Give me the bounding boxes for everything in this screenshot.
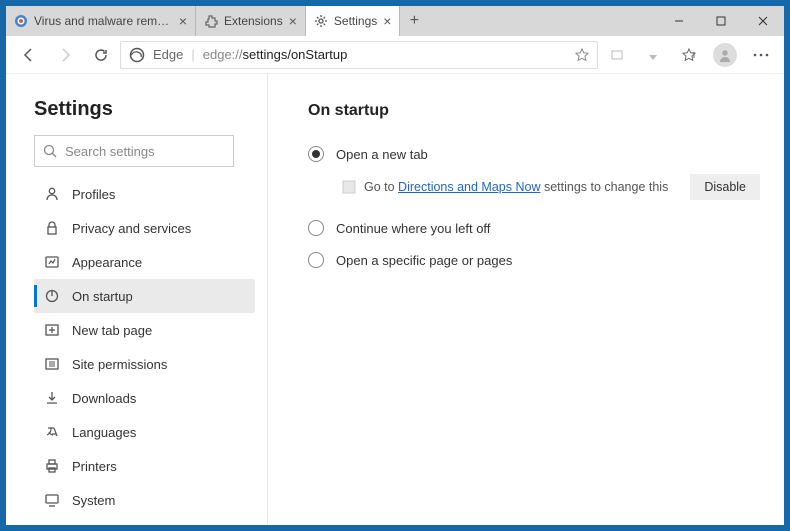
language-icon xyxy=(44,424,60,440)
option-label: Open a specific page or pages xyxy=(336,253,512,268)
readaloud-icon[interactable] xyxy=(600,40,634,70)
back-button[interactable] xyxy=(12,40,46,70)
sidebar-item-languages[interactable]: Languages xyxy=(34,415,255,449)
page-heading: On startup xyxy=(308,102,760,120)
sidebar-item-printers[interactable]: Printers xyxy=(34,449,255,483)
profile-button[interactable] xyxy=(708,40,742,70)
radio-icon xyxy=(308,146,324,162)
option-label: Open a new tab xyxy=(336,147,428,162)
option-label: Continue where you left off xyxy=(336,221,490,236)
extension-link[interactable]: Directions and Maps Now xyxy=(398,180,540,194)
tab-title: Extensions xyxy=(224,14,283,28)
permissions-icon xyxy=(44,356,60,372)
sidebar-item-onstartup[interactable]: On startup xyxy=(34,279,255,313)
sidebar-item-appearance[interactable]: Appearance xyxy=(34,245,255,279)
forward-button[interactable] xyxy=(48,40,82,70)
radio-icon xyxy=(308,252,324,268)
sidebar-label: Site permissions xyxy=(72,357,167,372)
sidebar-label: Printers xyxy=(72,459,117,474)
toolbar: Edge | edge://settings/onStartup xyxy=(6,36,784,74)
content-area: Settings Search settings Profiles Privac… xyxy=(6,74,784,525)
sidebar-item-sitepermissions[interactable]: Site permissions xyxy=(34,347,255,381)
download-icon xyxy=(44,390,60,406)
disable-button[interactable]: Disable xyxy=(690,174,760,200)
close-icon[interactable]: × xyxy=(383,13,391,29)
sidebar-label: Appearance xyxy=(72,255,142,270)
search-icon xyxy=(43,144,57,158)
avatar-icon xyxy=(713,43,737,67)
favorite-icon[interactable] xyxy=(575,48,589,62)
option-continue[interactable]: Continue where you left off xyxy=(308,212,760,244)
power-icon xyxy=(44,288,60,304)
more-button[interactable] xyxy=(744,40,778,70)
sidebar-label: New tab page xyxy=(72,323,152,338)
newtab-icon xyxy=(44,322,60,338)
edge-icon xyxy=(129,47,145,63)
sidebar-label: Downloads xyxy=(72,391,136,406)
browser-window: Virus and malware removal instr × Extens… xyxy=(6,6,784,525)
lock-icon xyxy=(44,220,60,236)
tab-1[interactable]: Extensions × xyxy=(196,6,306,36)
sidebar-item-profiles[interactable]: Profiles xyxy=(34,177,255,211)
titlebar: Virus and malware removal instr × Extens… xyxy=(6,6,784,36)
tab-strip: Virus and malware removal instr × Extens… xyxy=(6,6,658,36)
search-input[interactable]: Search settings xyxy=(34,135,234,167)
sidebar-nav: Profiles Privacy and services Appearance… xyxy=(34,177,255,525)
appearance-icon xyxy=(44,254,60,270)
sidebar-title: Settings xyxy=(34,98,255,121)
sidebar-label: System xyxy=(72,493,115,508)
sidebar-item-downloads[interactable]: Downloads xyxy=(34,381,255,415)
tab-2[interactable]: Settings × xyxy=(306,6,401,36)
search-placeholder: Search settings xyxy=(65,144,155,159)
close-window-button[interactable] xyxy=(742,6,784,36)
settings-sidebar: Settings Search settings Profiles Privac… xyxy=(6,74,268,525)
main-panel: On startup Open a new tab Go to Directio… xyxy=(268,74,784,525)
extension-override-row: Go to Directions and Maps Now settings t… xyxy=(342,174,760,200)
tab-0[interactable]: Virus and malware removal instr × xyxy=(6,6,196,36)
sidebar-label: Languages xyxy=(72,425,136,440)
sidebar-label: Privacy and services xyxy=(72,221,191,236)
sidebar-label: Profiles xyxy=(72,187,115,202)
sidebar-item-system[interactable]: System xyxy=(34,483,255,517)
system-icon xyxy=(44,492,60,508)
close-icon[interactable]: × xyxy=(289,13,297,29)
address-browser-label: Edge xyxy=(153,47,183,62)
favorites-icon[interactable] xyxy=(672,40,706,70)
favicon-icon xyxy=(14,14,28,28)
downloads-icon[interactable] xyxy=(636,40,670,70)
new-tab-button[interactable]: + xyxy=(400,6,428,36)
close-icon[interactable]: × xyxy=(179,13,187,29)
printer-icon xyxy=(44,458,60,474)
extension-icon xyxy=(204,14,218,28)
maximize-button[interactable] xyxy=(700,6,742,36)
refresh-button[interactable] xyxy=(84,40,118,70)
extension-favicon-icon xyxy=(342,180,356,194)
sidebar-label: On startup xyxy=(72,289,133,304)
sidebar-item-newtab[interactable]: New tab page xyxy=(34,313,255,347)
option-open-new-tab[interactable]: Open a new tab xyxy=(308,138,760,170)
tab-title: Settings xyxy=(334,14,377,28)
gear-icon xyxy=(314,14,328,28)
separator: | xyxy=(191,47,194,62)
minimize-button[interactable] xyxy=(658,6,700,36)
address-bar[interactable]: Edge | edge://settings/onStartup xyxy=(120,41,598,69)
sidebar-item-reset[interactable]: Reset settings xyxy=(34,517,255,525)
sidebar-item-privacy[interactable]: Privacy and services xyxy=(34,211,255,245)
extension-message: Go to Directions and Maps Now settings t… xyxy=(364,180,682,194)
address-url: edge://settings/onStartup xyxy=(203,47,567,62)
window-controls xyxy=(658,6,784,36)
radio-icon xyxy=(308,220,324,236)
person-icon xyxy=(44,186,60,202)
option-specific-page[interactable]: Open a specific page or pages xyxy=(308,244,760,276)
tab-title: Virus and malware removal instr xyxy=(34,14,173,28)
